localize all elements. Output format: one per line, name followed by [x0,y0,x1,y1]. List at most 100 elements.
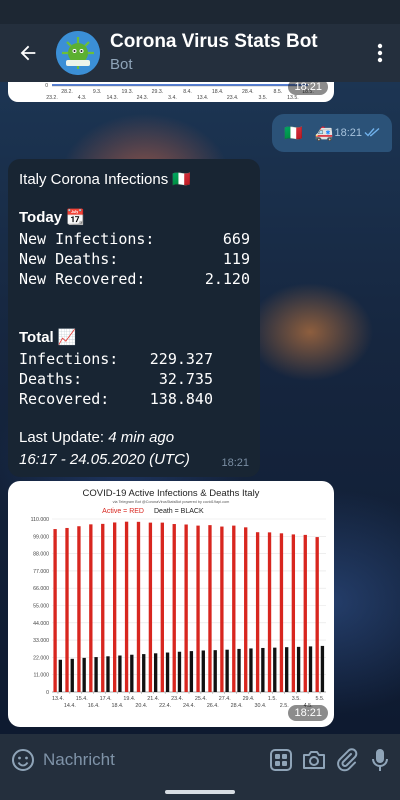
previous-x-tick-label: 28.4. [242,89,254,95]
today-new-deaths-label: New Deaths: [19,250,119,268]
sticker-button[interactable] [264,734,297,786]
previous-x-tick-label: 3.5. [258,95,267,101]
previous-x-tick-label: 13.5. [287,95,299,101]
x-tick-label: 3.5. [292,696,301,702]
bar-death [94,657,98,692]
previous-x-tick-label: 8.5. [274,89,283,95]
bar-active [184,524,188,692]
last-update-label: Last Update: [19,429,105,446]
bar-active [89,524,93,692]
bar-death [296,646,301,692]
x-tick-label: 5.5. [316,696,325,702]
previous-x-tick-label: 13.4. [197,95,209,101]
x-tick-label: 19.4. [123,696,135,702]
arrow-left-icon [20,45,36,61]
bar-death [177,651,182,692]
chart-subtitle: via Telegram Bot @CoronaVirusStatsBot po… [113,500,230,504]
bar-death [82,657,86,692]
x-tick-label: 23.4. [171,696,183,702]
bar-active [208,525,212,692]
previous-x-tick-label: 23.2. [46,95,58,101]
bar-active [303,534,307,692]
previous-x-tick-label: 28.2. [61,89,73,95]
today-new-recovered-label: New Recovered: [19,270,146,288]
bar-active [148,522,153,692]
bar-death [308,646,313,692]
message-input[interactable] [39,750,264,770]
total-deaths-value: 32.735 [158,370,213,388]
bar-active [160,522,164,692]
outgoing-message-time: 18:21 [334,127,362,139]
previous-y-tick-label: 0 [45,83,48,89]
today-new-infections-label: New Infections: [19,230,155,248]
bar-death [118,655,122,692]
legend-active: Active = RED [102,508,144,515]
bar-active [291,534,296,692]
bar-active [124,521,129,692]
bar-active [136,521,141,692]
bar-death [130,654,134,692]
previous-x-tick-label: 3.4. [168,95,177,101]
last-update-ago: 4 min ago [108,429,175,446]
x-tick-label: 30.4. [254,703,266,709]
previous-x-tick-label: 29.3. [152,89,164,95]
x-tick-label: 1.5. [268,696,277,702]
stats-heading: Italy Corona Infections 🇮🇹 [19,171,192,188]
chat-title-area[interactable]: Corona Virus Stats Bot Bot [110,31,360,75]
bot-avatar[interactable] [56,31,100,75]
back-button[interactable] [0,24,56,82]
bar-death [213,650,217,692]
more-menu-button[interactable] [360,24,400,82]
previous-chart-image[interactable]: 0 23.2. 28.2. 4.3. 9.3. 14.3. 19.3. 24.3. 29.3. 3… [8,82,334,102]
last-update-time: 16:17 - 24.05.2020 (UTC) [19,451,190,468]
total-recovered-label: Recovered: [19,390,110,408]
bar-active [112,522,117,692]
x-tick-label: 21.4. [147,696,159,702]
bar-active [220,526,224,692]
total-deaths-label: Deaths: [19,370,83,388]
x-tick-label: 20.4. [135,703,147,709]
bar-death [273,647,277,692]
emoji-icon [11,749,34,771]
y-tick-label: 88.000 [33,552,49,558]
x-tick-label: 2.5. [280,703,289,709]
bar-active [267,532,272,692]
emoji-button[interactable] [6,734,39,786]
x-tick-label: 13.4. [52,696,64,702]
bar-death [285,647,289,692]
more-vertical-icon [377,43,383,63]
chat-area[interactable]: 0 23.2. 28.2. 4.3. 9.3. 14.3. 19.3. 24.3. 29.3. 3… [0,82,400,734]
total-recovered-value: 138.840 [149,390,213,408]
y-tick-label: 110.000 [31,517,49,523]
read-ticks-icon [364,127,380,137]
status-bar [0,0,400,24]
previous-chart-axis: 0 23.2.28.2. 4.3. 9.3. 14.3. 19.3.24.3.29.3. 3… [45,83,314,101]
y-tick-label: 99.000 [33,534,49,540]
outgoing-message[interactable]: 🇮🇹 🚑 18:21 [272,114,392,152]
previous-x-tick-label: 14.3. [106,95,118,101]
stats-message-time: 18:21 [221,457,249,469]
outgoing-emoji-text: 🇮🇹 🚑 [284,125,338,142]
y-tick-label: 22.000 [33,655,49,661]
message-composer [0,734,400,786]
virus-logo-icon [56,31,100,75]
camera-button[interactable] [297,734,330,786]
bar-active [53,529,57,692]
bar-death [153,653,158,692]
previous-x-tick-label: 19.3. [122,89,134,95]
total-infections-label: Infections: [19,350,119,368]
voice-button[interactable] [363,734,396,786]
bar-active [315,537,319,692]
attach-button[interactable] [330,734,363,786]
home-gesture-handle[interactable] [165,790,235,794]
previous-x-tick-label: 23.4. [227,95,239,101]
today-new-recovered-value: 2.120 [204,270,250,288]
previous-x-tick-label: 8.4. [183,89,192,95]
chart-image-message[interactable]: COVID-19 Active Infections & Deaths Ital… [8,481,334,727]
previous-image-time: 18:21 [288,82,328,95]
today-new-deaths-value: 119 [222,250,250,268]
stats-message[interactable]: Italy Corona Infections 🇮🇹 Today 📆 New I… [8,159,260,477]
bar-death [106,656,110,692]
bar-death [249,648,253,692]
microphone-icon [371,749,388,771]
